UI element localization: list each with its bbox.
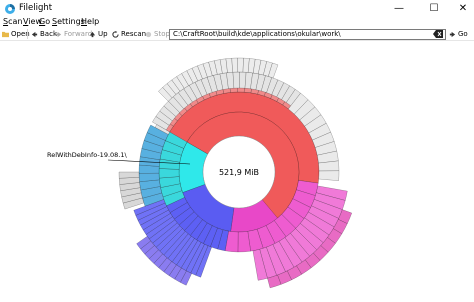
folder-segment[interactable] (231, 57, 239, 73)
menu-go[interactable]: Go (39, 17, 50, 26)
radial-map-view[interactable]: 521,9 MiB RelWithDebInfo-19.08.1\ (0, 41, 474, 302)
folder-segment[interactable] (318, 170, 340, 181)
folder-segment[interactable] (237, 57, 244, 73)
clear-location-icon[interactable] (433, 30, 443, 38)
rescan-button[interactable]: Rescan (112, 29, 146, 39)
folder-segment[interactable] (243, 87, 252, 94)
go-button[interactable]: Go (449, 29, 468, 39)
go-arrow-icon (449, 31, 456, 37)
close-button[interactable]: ✕ (448, 0, 474, 17)
maximize-button[interactable]: ☐ (419, 0, 449, 17)
location-input[interactable]: C:\CraftRoot\build\kde\applications\okul… (169, 29, 446, 40)
menu-help[interactable]: Help (81, 17, 99, 26)
minimize-button[interactable]: — (384, 0, 414, 17)
folder-segment[interactable] (158, 168, 180, 179)
stop-icon (145, 31, 152, 37)
filelight-window: Filelight — ☐ ✕ Scan View Go Settings He… (0, 0, 474, 302)
forward-button[interactable]: Forward (55, 29, 92, 39)
window-title: Filelight (19, 3, 53, 13)
arrow-right-icon (55, 31, 62, 37)
radial-map[interactable]: 521,9 MiB RelWithDebInfo-19.08.1\ (0, 41, 474, 302)
back-button[interactable]: Back (31, 29, 57, 39)
filelight-app-icon (5, 4, 15, 14)
folder-segment[interactable] (236, 87, 245, 93)
folder-segment[interactable] (222, 88, 231, 94)
folder-open-icon (2, 31, 9, 37)
menu-bar: Scan View Go Settings Help (0, 17, 474, 28)
total-size-label: 521,9 MiB (219, 168, 259, 177)
open-button[interactable]: Open (2, 29, 30, 39)
location-path: C:\CraftRoot\build\kde\applications\okul… (173, 30, 341, 38)
menu-scan[interactable]: Scan (3, 17, 22, 26)
close-icon: ✕ (458, 3, 468, 14)
folder-segment[interactable] (229, 87, 238, 93)
menu-settings[interactable]: Settings (52, 17, 85, 26)
title-bar: Filelight — ☐ ✕ (0, 0, 474, 17)
refresh-icon (112, 30, 119, 38)
arrow-up-icon (89, 31, 96, 37)
hover-folder-label: RelWithDebInfo-19.08.1\ (47, 151, 127, 159)
arrow-left-icon (31, 31, 38, 37)
folder-segment[interactable] (118, 171, 140, 179)
minimize-icon: — (394, 3, 404, 14)
maximize-icon: ☐ (429, 3, 439, 14)
stop-button[interactable]: Stop (145, 29, 170, 39)
up-button[interactable]: Up (89, 29, 108, 39)
